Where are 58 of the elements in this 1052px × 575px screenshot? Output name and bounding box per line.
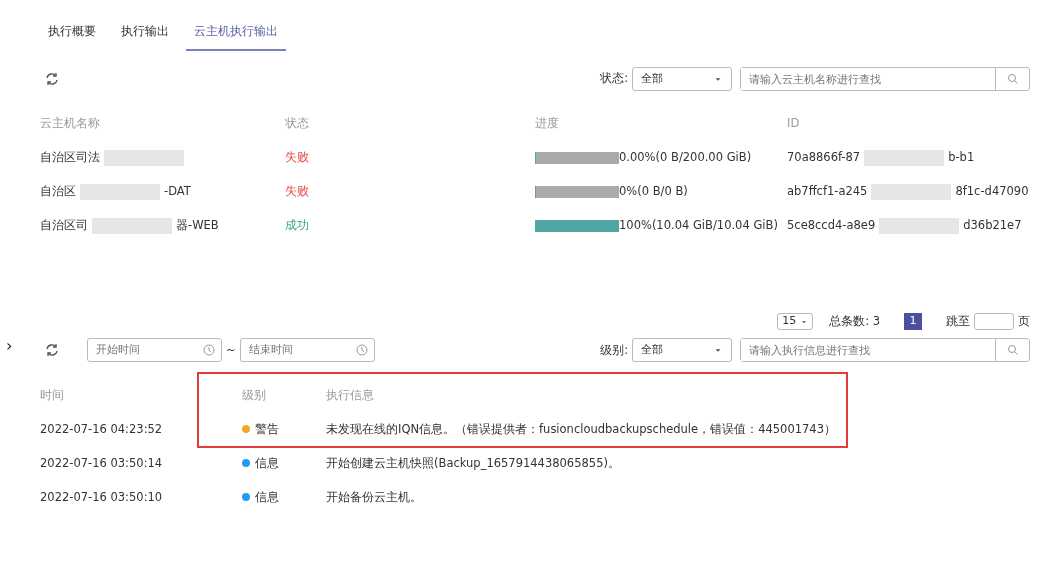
column-header: 级别 bbox=[242, 386, 266, 404]
search-icon bbox=[1006, 344, 1019, 357]
date-field[interactable]: 开始时间 bbox=[87, 338, 222, 363]
table-cell: b-b1 bbox=[948, 150, 975, 165]
dropdown-select[interactable]: 全部 bbox=[632, 67, 732, 91]
total-count: 总条数: 3 bbox=[829, 313, 880, 330]
table-cell: 自治区 bbox=[40, 184, 76, 199]
level-text: 信息 bbox=[255, 488, 279, 506]
page-size-select[interactable]: 15 bbox=[777, 313, 814, 331]
progress-text: 100%(10.04 GiB/10.04 GiB) bbox=[619, 217, 778, 235]
filter-label: 级别: bbox=[600, 341, 628, 359]
column-header: ID bbox=[787, 116, 800, 131]
dropdown-select[interactable]: 全部 bbox=[632, 338, 732, 363]
table-cell: -DAT bbox=[164, 184, 191, 199]
table-cell: 器-WEB bbox=[176, 218, 219, 233]
column-header: 进度 bbox=[535, 115, 559, 133]
column-header: 状态 bbox=[285, 116, 309, 131]
column-header: 时间 bbox=[40, 387, 64, 402]
tab[interactable]: 云主机执行输出 bbox=[186, 16, 286, 51]
message-text: 未发现在线的IQN信息。（错误提供者：fusioncloudbackupschedule，错误值：445001743） bbox=[326, 421, 836, 436]
clock-icon bbox=[203, 344, 215, 357]
table-cell: 8f1c-d47090 bbox=[955, 184, 1029, 199]
table-cell: 2022-07-16 03:50:14 bbox=[40, 455, 163, 470]
status-text: 失败 bbox=[285, 150, 309, 165]
date-field[interactable]: 结束时间 bbox=[239, 338, 375, 363]
page-unit: 页 bbox=[1018, 313, 1030, 330]
progress-text: 0%(0 B/0 B) bbox=[619, 183, 688, 201]
table-cell: 5ce8ccd4-a8e9 bbox=[787, 218, 876, 233]
page-input[interactable] bbox=[974, 313, 1014, 331]
search-icon bbox=[1006, 73, 1019, 85]
search-box[interactable]: 请输入云主机名称进行查找 bbox=[740, 67, 1030, 91]
progress-text: 0.00%(0 B/200.00 GiB) bbox=[619, 149, 752, 167]
tab[interactable]: 执行输出 bbox=[113, 16, 177, 51]
message-text: 开始备份云主机。 bbox=[326, 489, 422, 504]
column-header: 执行信息 bbox=[326, 387, 374, 402]
tab[interactable]: 执行概要 bbox=[40, 16, 104, 51]
level-text: 信息 bbox=[255, 454, 279, 472]
range-separator: ~ bbox=[226, 341, 236, 359]
refresh-icon[interactable] bbox=[45, 72, 59, 86]
table-cell: 自治区司法 bbox=[40, 150, 100, 165]
table-cell: d36b21e7 bbox=[963, 218, 1022, 233]
level-text: 警告 bbox=[255, 420, 279, 438]
message-text: 开始创建云主机快照(Backup_1657914438065855)。 bbox=[326, 455, 620, 470]
table-cell: ab7ffcf1-a245 bbox=[787, 184, 868, 199]
table-cell: 2022-07-16 03:50:10 bbox=[40, 489, 163, 504]
page-button[interactable]: 1 bbox=[904, 313, 922, 331]
status-text: 失败 bbox=[285, 184, 309, 199]
clock-icon bbox=[355, 344, 368, 357]
table-cell: 70a8866f-87 bbox=[787, 150, 861, 165]
search-box[interactable]: 请输入执行信息进行查找 bbox=[740, 338, 1030, 363]
table-cell: 2022-07-16 04:23:52 bbox=[40, 421, 163, 436]
column-header: 云主机名称 bbox=[40, 116, 100, 131]
table-cell: 自治区司 bbox=[40, 218, 88, 233]
expand-toggle[interactable]: › bbox=[6, 334, 13, 358]
status-text: 成功 bbox=[285, 218, 309, 233]
jump-label: 跳至 bbox=[946, 313, 970, 330]
refresh-icon[interactable] bbox=[45, 343, 59, 358]
filter-label: 状态: bbox=[600, 70, 628, 88]
